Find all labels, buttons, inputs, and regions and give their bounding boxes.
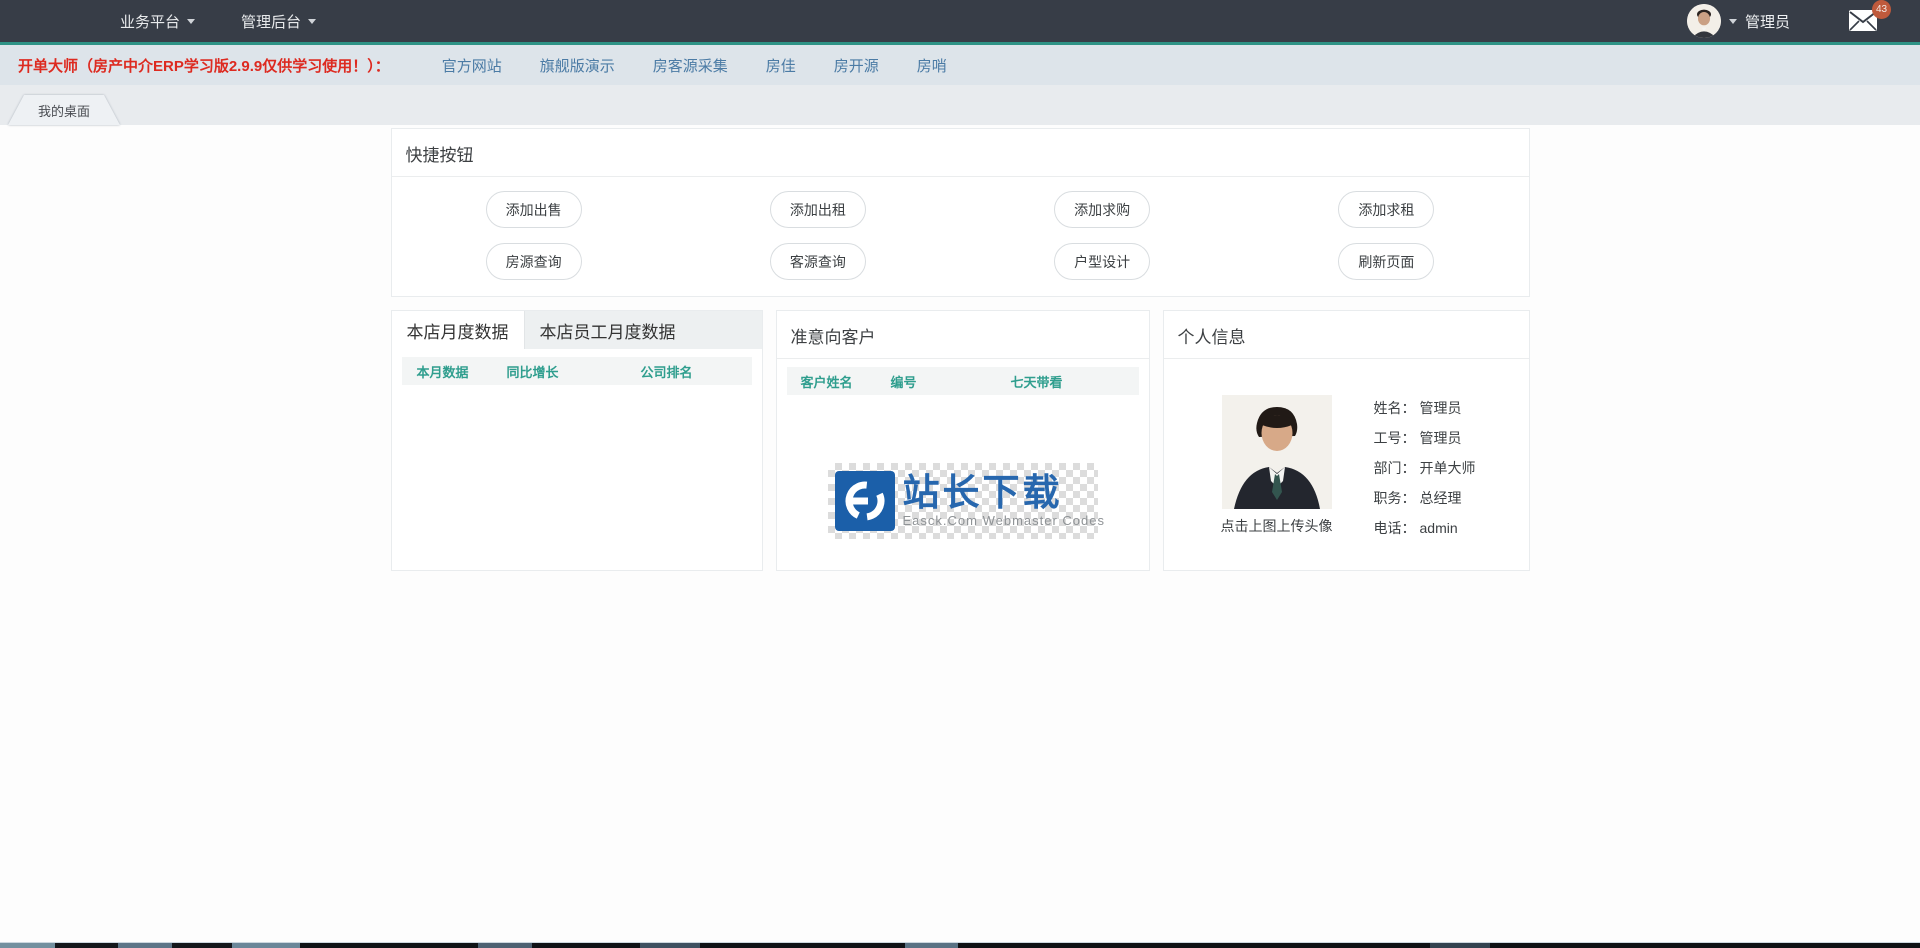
customer-search-button[interactable]: 客源查询 [770,243,866,280]
listing-search-button[interactable]: 房源查询 [486,243,582,280]
profile-panel: 个人信息 [1163,310,1530,571]
intent-customers-title: 准意向客户 [777,311,1149,359]
field-department: 部门：开单大师 [1374,457,1476,487]
caret-down-icon [308,19,316,24]
floorplan-design-button[interactable]: 户型设计 [1054,243,1150,280]
easck-watermark-text: 站长下载 Easck.Com Webmaster Codes [903,474,1106,528]
menu-label: 业务平台 [120,11,180,32]
add-rental-button[interactable]: 添加出租 [770,191,866,228]
user-name: 管理员 [1745,11,1790,32]
quick-buttons-panel: 快捷按钮 添加出售 添加出租 添加求购 添加求租 房源查询 客源查询 户型设计 … [391,128,1530,297]
tab-wrap: 我的桌面 [8,95,120,125]
customers-table-header: 客户姓名 编号 七天带看 [787,367,1139,395]
field-name: 姓名：管理员 [1374,397,1476,427]
tab-staff-monthly-data[interactable]: 本店员工月度数据 [525,311,691,349]
desktop-content: 快捷按钮 添加出售 添加出租 添加求购 添加求租 房源查询 客源查询 户型设计 … [391,128,1530,571]
easck-watermark-subtitle: Easck.Com Webmaster Codes [903,513,1106,528]
col-customer-id: 编号 [891,372,1011,391]
refresh-page-button[interactable]: 刷新页面 [1338,243,1434,280]
caret-down-icon [1729,19,1737,24]
menu-admin-backend[interactable]: 管理后台 [241,11,316,32]
quick-buttons-title: 快捷按钮 [392,129,1529,177]
navbar-right: 管理员 43 [1687,4,1878,38]
link-official-site[interactable]: 官方网站 [442,55,502,76]
mail-badge: 43 [1872,0,1891,19]
easck-logo-icon [835,471,895,531]
profile-photo-column: 点击上图上传头像 [1202,395,1352,547]
profile-fields: 姓名：管理员 工号：管理员 部门：开单大师 职务：总经理 电话：admin [1374,395,1476,547]
col-customer-name: 客户姓名 [787,372,891,391]
link-fangshao[interactable]: 房哨 [917,55,947,76]
col-month-data: 本月数据 [402,362,507,381]
tab-my-desktop[interactable]: 我的桌面 [8,95,120,125]
main-menu: 业务平台 管理后台 [120,11,316,32]
col-seven-day-showings: 七天带看 [1011,372,1063,391]
field-phone: 电话：admin [1374,517,1476,547]
add-rent-request-button[interactable]: 添加求租 [1338,191,1434,228]
user-avatar [1687,4,1721,38]
store-panel-tabs: 本店月度数据 本店员工月度数据 [392,311,762,349]
link-listing-capture[interactable]: 房客源采集 [653,55,728,76]
add-sale-button[interactable]: 添加出售 [486,191,582,228]
profile-body: 点击上图上传头像 姓名：管理员 工号：管理员 部门：开单大师 [1164,359,1529,547]
customers-table-body: 站长下载 Easck.Com Webmaster Codes [777,395,1149,539]
mail-button[interactable]: 43 [1848,9,1878,37]
link-flagship-demo[interactable]: 旗舰版演示 [540,55,615,76]
link-fangjia[interactable]: 房佳 [766,55,796,76]
top-navbar: 业务平台 管理后台 管理员 [0,0,1920,42]
link-fangkaiyuan[interactable]: 房开源 [834,55,879,76]
app-root: 业务平台 管理后台 管理员 [0,0,1920,571]
easck-watermark: 站长下载 Easck.Com Webmaster Codes [828,463,1098,539]
field-position: 职务：总经理 [1374,487,1476,517]
quick-buttons-grid: 添加出售 添加出租 添加求购 添加求租 房源查询 客源查询 户型设计 刷新页面 [392,177,1529,296]
menu-label: 管理后台 [241,11,301,32]
intent-customers-panel: 准意向客户 客户姓名 编号 七天带看 [776,310,1150,571]
add-buy-request-button[interactable]: 添加求购 [1054,191,1150,228]
col-company-rank: 公司排名 [641,362,693,381]
desktop-tabbar: 我的桌面 [0,85,1920,125]
profile-photo[interactable] [1222,395,1332,509]
profile-title: 个人信息 [1164,311,1529,359]
announcement-text: 开单大师（房产中介ERP学习版2.9.9仅供学习使用！）： [18,55,390,76]
easck-watermark-title: 站长下载 [903,474,1106,512]
user-menu[interactable]: 管理员 [1687,4,1790,38]
dashboard-panels: 本店月度数据 本店员工月度数据 本月数据 同比增长 公司排名 准意向客户 客户姓… [391,310,1530,571]
announcement-links: 官方网站 旗舰版演示 房客源采集 房佳 房开源 房哨 [442,55,947,76]
col-yoy-growth: 同比增长 [507,362,641,381]
menu-business-platform[interactable]: 业务平台 [120,11,195,32]
store-monthly-panel: 本店月度数据 本店员工月度数据 本月数据 同比增长 公司排名 [391,310,763,571]
store-table-header: 本月数据 同比增长 公司排名 [402,357,752,385]
field-employee-id: 工号：管理员 [1374,427,1476,457]
announcement-bar: 开单大师（房产中介ERP学习版2.9.9仅供学习使用！）： 官方网站 旗舰版演示… [0,45,1920,85]
taskbar-strip [0,942,1920,948]
photo-upload-hint: 点击上图上传头像 [1202,516,1352,536]
tab-store-monthly-data[interactable]: 本店月度数据 [392,311,525,349]
caret-down-icon [187,19,195,24]
